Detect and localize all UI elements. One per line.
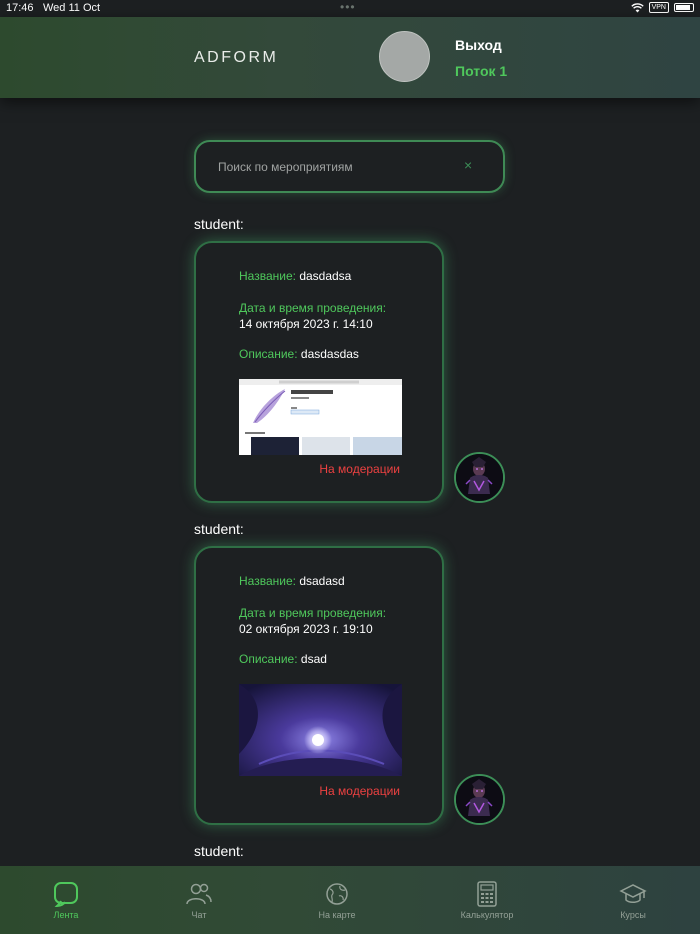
feed-icon [54,882,78,908]
author-avatar[interactable] [454,774,505,825]
nav-feed[interactable]: Лента [11,866,121,934]
post-author: student: [194,843,244,859]
nav-courses-label: Курсы [620,910,646,920]
logout-button[interactable]: Выход [455,37,502,53]
event-name-row: Название: dasdadsa [239,269,351,283]
user-avatar[interactable] [379,31,430,82]
users-icon [186,883,212,905]
event-card[interactable]: Название: dasdadsa Дата и время проведен… [194,241,444,503]
nav-calculator-label: Калькулятор [460,910,514,920]
status-bar: 17:46 Wed 11 Oct ••• VPN [0,0,700,18]
vpn-badge: VPN [648,2,669,13]
graduation-cap-icon [619,884,647,903]
globe-icon [326,883,348,905]
event-card[interactable]: Название: dsadasd Дата и время проведени… [194,546,444,825]
wifi-icon [630,2,644,12]
multitask-dots[interactable]: ••• [340,0,356,14]
event-name-value: dasdadsa [299,269,352,283]
event-date-label: Дата и время проведения: [239,301,387,315]
nav-chat[interactable]: Чат [144,866,254,934]
character-avatar-image [456,776,503,823]
event-description-label: Описание: [239,652,298,666]
nav-courses[interactable]: Курсы [578,866,688,934]
bottom-nav: Лента Чат На карте Калькулятор Курсы [0,866,700,934]
character-avatar-image [456,454,503,501]
nav-calculator[interactable]: Калькулятор [432,866,542,934]
post-author: student: [194,521,244,537]
event-name-value: dsadasd [299,574,345,588]
battery-icon [674,3,694,12]
event-name-label: Название: [239,574,296,588]
event-name-label: Название: [239,269,296,283]
search-input[interactable] [218,157,448,177]
status-time: 17:46 [6,2,34,14]
status-date: Wed 11 Oct [43,2,101,14]
event-description-value: dasdasdas [300,347,359,361]
clear-search-icon[interactable]: × [464,157,472,173]
nav-chat-label: Чат [191,910,207,920]
nav-map[interactable]: На карте [282,866,392,934]
event-description-value: dsad [300,652,327,666]
event-image[interactable] [239,379,402,455]
night-sky-moon-image [239,684,402,776]
moderation-status: На модерации [319,462,400,476]
search-box: × [194,140,505,193]
event-image[interactable] [239,684,402,776]
moderation-status: На модерации [319,784,400,798]
event-description-row: Описание: dsad [239,652,327,666]
event-description-label: Описание: [239,347,298,361]
event-date-value: 02 октября 2023 г. 19:10 [239,622,373,636]
app-header: ADFORM Выход Поток 1 [0,17,700,98]
author-avatar[interactable] [454,452,505,503]
stream-label[interactable]: Поток 1 [455,63,507,79]
event-name-row: Название: dsadasd [239,574,345,588]
event-date-value: 14 октября 2023 г. 14:10 [239,317,373,331]
post-author: student: [194,216,244,232]
event-description-row: Описание: dasdasdas [239,347,359,361]
nav-map-label: На карте [318,910,356,920]
nav-feed-label: Лента [53,910,79,920]
brand-logo[interactable]: ADFORM [194,49,278,67]
lightshot-screenshot-image [239,379,402,455]
calculator-icon [477,881,497,907]
event-date-label: Дата и время проведения: [239,606,387,620]
